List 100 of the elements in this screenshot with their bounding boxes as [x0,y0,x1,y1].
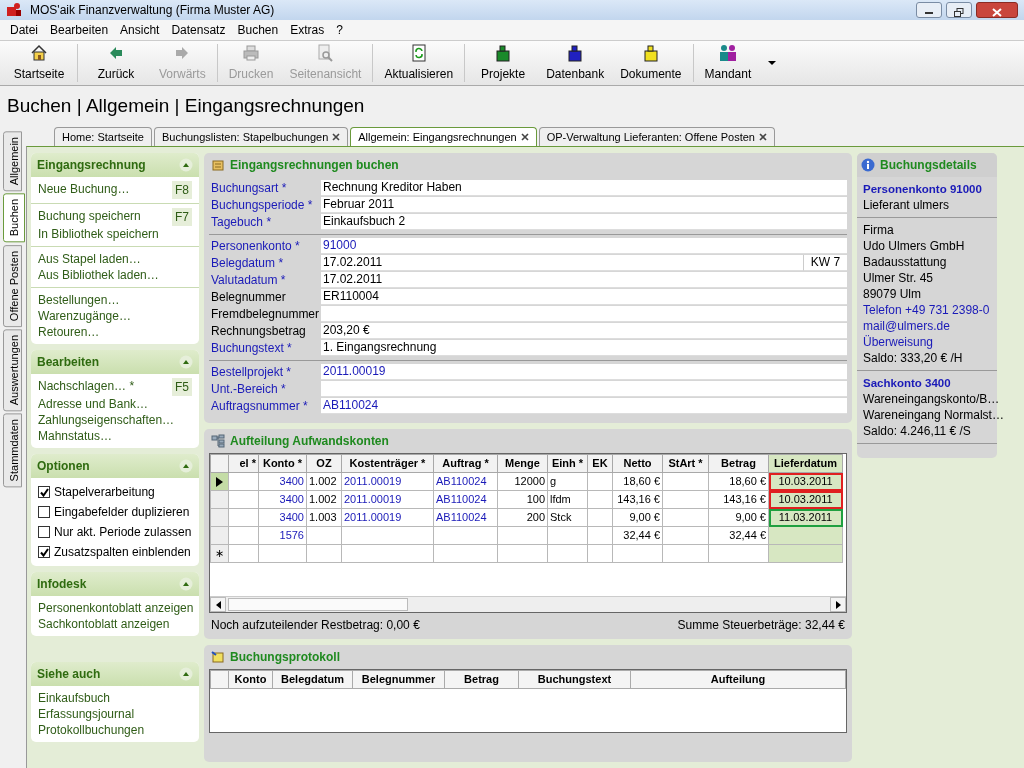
sidebar-link[interactable]: Erfassungsjournal [38,706,135,722]
input-field[interactable] [321,381,847,397]
close-button[interactable] [976,2,1018,18]
column-header[interactable]: Betrag [708,454,769,473]
toolbar-button[interactable]: Projekte [468,41,539,85]
menu-item[interactable]: Datei [4,19,44,41]
details-link[interactable]: mail@ulmers.de [863,318,950,334]
column-header[interactable]: Netto [612,454,663,473]
side-tab[interactable]: Buchen [3,193,25,243]
details-link[interactable]: Überweisung [863,334,934,350]
side-tab[interactable]: Offene Posten [3,244,22,327]
column-header[interactable]: Konto [228,670,273,689]
sidebar-link[interactable]: Einkaufsbuch [38,690,111,706]
input-field[interactable]: 203,20 € [321,323,847,339]
sidebar-link[interactable]: Neue Buchung… [38,181,130,199]
toolbar-button[interactable]: Dokumente [612,41,690,85]
side-tab[interactable]: Allgemein [3,131,22,192]
toolbar-button[interactable]: Startseite [4,41,74,85]
close-icon[interactable] [332,132,341,141]
input-field[interactable]: Einkaufsbuch 2 [321,214,847,230]
checkbox[interactable] [38,506,50,518]
column-header[interactable]: Aufteilung [630,670,846,689]
toolbar-button[interactable]: Mandant [696,41,760,85]
column-header[interactable]: Einh * [547,454,588,473]
collapse-icon[interactable] [179,577,193,591]
column-header[interactable]: Belegnummer [352,670,445,689]
column-header[interactable]: StArt * [662,454,709,473]
sidebar-link[interactable]: Personenkontoblatt anzeigen [38,600,194,616]
column-header[interactable]: EK [587,454,613,473]
side-tab[interactable]: Stammdaten [3,413,22,488]
document-tab[interactable]: OP-Verwaltung Lieferanten: Offene Posten [538,126,775,146]
document-tab[interactable]: Home: Startseite [54,126,152,146]
input-field[interactable]: 17.02.2011 [321,255,803,271]
input-field[interactable]: 1. Eingangsrechnung [321,340,847,356]
table-cell [662,472,709,491]
sidebar-link[interactable]: Retouren… [38,324,100,340]
menu-item[interactable]: Ansicht [114,19,166,41]
toolbar-button[interactable]: Zurück [81,41,151,85]
scrollbar-thumb[interactable] [228,598,408,611]
column-header[interactable]: Belegdatum [272,670,353,689]
sidebar-link[interactable]: In Bibliothek speichern [38,226,159,242]
side-tab[interactable]: Auswertungen [3,328,22,412]
input-field[interactable] [321,306,847,322]
details-heading[interactable]: Sachkonto 3400 [863,375,951,391]
details-link[interactable]: Telefon +49 731 2398-0 [863,302,990,318]
column-header[interactable]: Lieferdatum [768,454,843,473]
document-tab[interactable]: Allgemein: Eingangsrechnungen [350,126,537,146]
collapse-icon[interactable] [179,158,193,172]
document-tab[interactable]: Buchungslisten: Stapelbuchungen [153,126,349,146]
menu-item[interactable]: Buchen [231,19,285,41]
input-field[interactable]: AB110024 [321,398,847,414]
sidebar-link[interactable]: Protokollbuchungen [38,722,145,738]
menu-item[interactable]: Extras [284,19,331,41]
collapse-icon[interactable] [179,667,193,681]
sidebar-link[interactable]: Mahnstatus… [38,428,113,444]
table-cell: 18,60 € [708,472,769,491]
menu-item[interactable]: ? [330,19,349,41]
input-field[interactable]: 91000 [321,238,847,254]
sidebar-link[interactable]: Buchung speichern [38,208,141,226]
panel-title: Eingangsrechnung [37,157,146,174]
details-text: Firma [863,222,894,238]
checkbox[interactable] [38,486,50,498]
toolbar-button[interactable]: Aktualisieren [376,41,462,85]
menu-item[interactable]: Datensatz [165,19,232,41]
input-field[interactable]: ER110004 [321,289,847,305]
sidebar-link[interactable]: Nachschlagen… * [38,378,135,396]
sidebar-link[interactable]: Aus Stapel laden… [38,251,141,267]
column-header[interactable]: Auftrag * [433,454,498,473]
column-header[interactable]: Konto * [258,454,307,473]
details-heading[interactable]: Personenkonto 91000 [863,181,982,197]
restore-button[interactable] [946,2,972,18]
sidebar-link[interactable]: Sachkontoblatt anzeigen [38,616,170,632]
sidebar-link[interactable]: Aus Bibliothek laden… [38,267,159,283]
collapse-icon[interactable] [179,355,193,369]
sidebar-link[interactable]: Warenzugänge… [38,308,131,324]
sidebar-link[interactable]: Bestellungen… [38,292,120,308]
column-header[interactable]: Betrag [444,670,519,689]
horizontal-scrollbar[interactable] [210,596,846,612]
column-header[interactable]: Menge [497,454,548,473]
field-label: Belegnummer [210,289,287,305]
checkbox[interactable] [38,526,50,538]
input-field[interactable]: Februar 2011 [321,197,847,213]
minimize-button[interactable] [916,2,942,18]
hierarchy-icon [211,434,225,448]
close-icon[interactable] [759,132,767,141]
sidebar-link[interactable]: Zahlungseigenschaften… [38,412,175,428]
close-icon[interactable] [520,132,529,141]
column-header[interactable]: el * [228,454,259,473]
app-logo-icon [6,2,22,18]
input-field[interactable]: 2011.00019 [321,364,847,380]
column-header[interactable]: Kostenträger * [341,454,434,473]
menu-item[interactable]: Bearbeiten [44,19,115,41]
sidebar-link[interactable]: Adresse und Bank… [38,396,149,412]
column-header[interactable]: OZ [306,454,342,473]
toolbar-button[interactable]: Datenbank [538,41,613,85]
input-field[interactable]: Rechnung Kreditor Haben [321,180,847,196]
column-header[interactable]: Buchungstext [518,670,631,689]
input-field[interactable]: 17.02.2011 [321,272,847,288]
checkbox[interactable] [38,546,50,558]
collapse-icon[interactable] [179,459,193,473]
